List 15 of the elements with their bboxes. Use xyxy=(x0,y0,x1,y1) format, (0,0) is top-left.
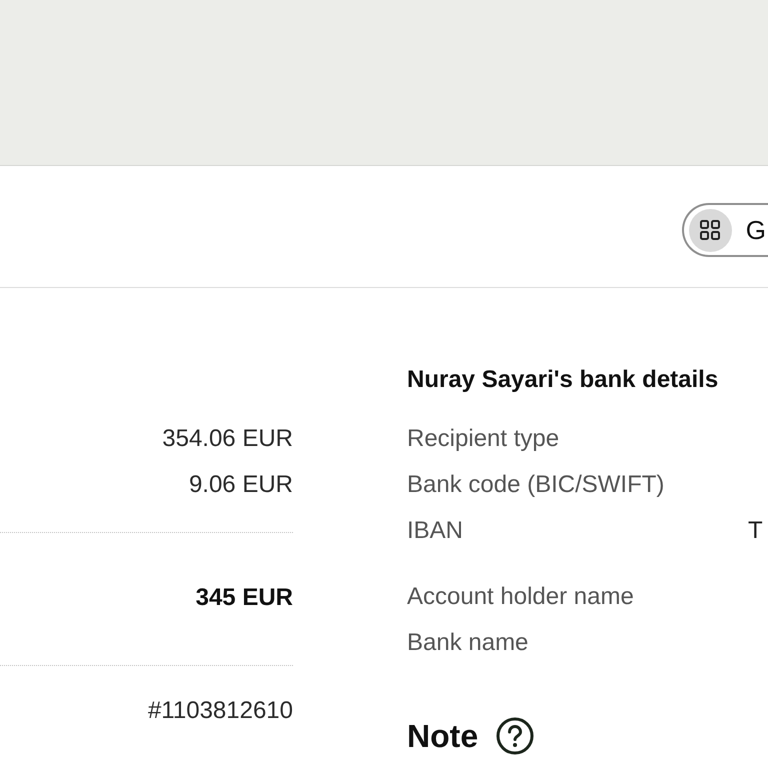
note-heading: Note xyxy=(407,717,478,756)
field-label: Account holder name xyxy=(407,582,635,612)
field-label: Recipient type xyxy=(407,424,560,454)
field-value: T xyxy=(748,516,763,546)
total-amount-text: 345 EUR xyxy=(194,583,293,613)
field-label: Bank name xyxy=(407,628,530,658)
bank-details-heading: Nuray Sayari's bank details xyxy=(407,365,720,395)
help-icon[interactable] xyxy=(496,717,534,755)
reference-number-text: #1103812610 xyxy=(146,696,293,726)
field-label: IBAN xyxy=(407,516,464,546)
field-label: Bank code (BIC/SWIFT) xyxy=(407,470,666,500)
amount-text: 354.06 EUR xyxy=(161,424,293,454)
amount-text: 9.06 EUR xyxy=(188,470,293,500)
grid-icon xyxy=(688,208,732,252)
view-toggle-button[interactable]: G xyxy=(682,203,768,257)
